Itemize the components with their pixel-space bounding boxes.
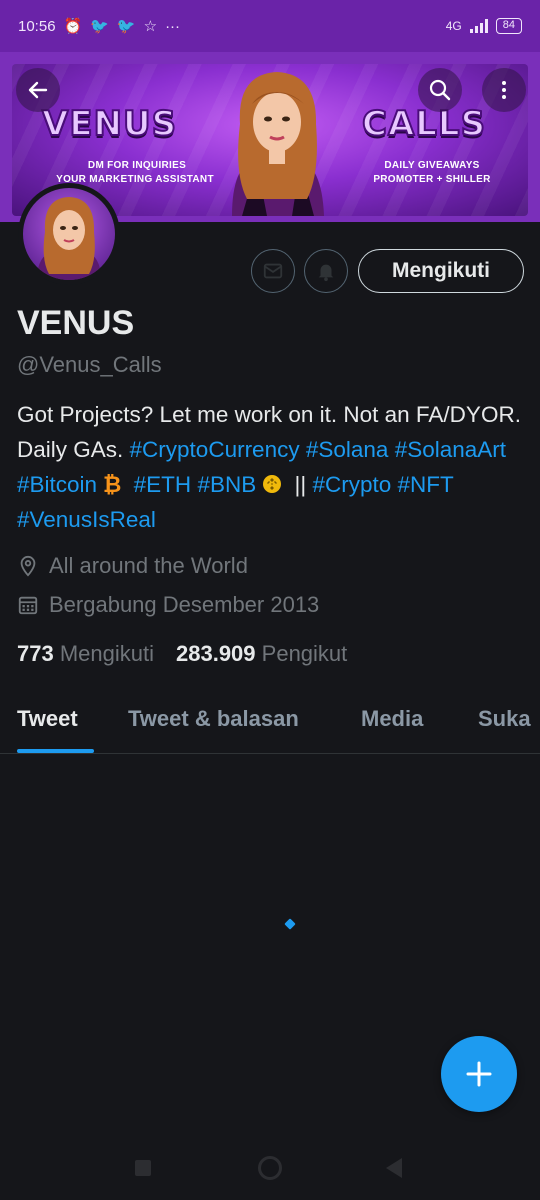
profile-handle: @Venus_Calls bbox=[17, 352, 162, 377]
recent-apps-button[interactable] bbox=[135, 1160, 151, 1176]
following-count: 773 bbox=[17, 641, 54, 666]
hashtag-link[interactable]: #VenusIsReal bbox=[17, 507, 156, 532]
network-type: 4G bbox=[445, 19, 462, 33]
loading-spinner bbox=[284, 918, 296, 930]
hashtag-link[interactable]: #SolanaArt bbox=[395, 437, 506, 462]
hashtag-link[interactable]: #BNB bbox=[197, 472, 256, 497]
profile-avatar[interactable] bbox=[18, 183, 120, 285]
signal-icon bbox=[469, 19, 488, 33]
tab-tweets-and-replies[interactable]: Tweet & balasan bbox=[128, 690, 299, 732]
plus-icon bbox=[466, 1061, 492, 1087]
location-text: All around the World bbox=[49, 553, 248, 578]
tab-tweets[interactable]: Tweet bbox=[17, 690, 94, 753]
followers-label: Pengikut bbox=[261, 641, 348, 666]
hashtag-link[interactable]: #CryptoCurrency bbox=[130, 437, 300, 462]
bell-icon bbox=[318, 264, 334, 282]
hashtag-link[interactable]: #Solana bbox=[306, 437, 389, 462]
more-options-button[interactable] bbox=[482, 68, 526, 112]
profile-tabs: Tweet Tweet & balasan Media Suka bbox=[0, 690, 540, 754]
banner-left-line1: DM FOR INQUIRIES bbox=[87, 160, 187, 171]
profile-name: VENUS bbox=[17, 304, 135, 342]
home-button[interactable] bbox=[258, 1156, 282, 1180]
follow-stats: 773 Mengikuti 283.909 Pengikut bbox=[17, 641, 347, 667]
search-button[interactable] bbox=[418, 68, 462, 112]
arrow-left-icon bbox=[28, 81, 48, 99]
battery-icon: 84 bbox=[495, 18, 522, 34]
banner-right-line1: DAILY GIVEAWAYS bbox=[384, 160, 480, 171]
profile-bio: Got Projects? Let me work on it. Not an … bbox=[17, 397, 527, 537]
avatar bbox=[23, 188, 115, 280]
status-time: 10:56 bbox=[18, 17, 56, 35]
join-date-text: Bergabung Desember 2013 bbox=[49, 592, 320, 617]
tab-media[interactable]: Media bbox=[361, 690, 423, 732]
more-vertical-icon bbox=[502, 81, 506, 99]
hashtag-link[interactable]: #NFT bbox=[398, 472, 454, 497]
bnb-coin-icon bbox=[263, 475, 282, 493]
twitter-bird-icon: 🐦 bbox=[90, 18, 109, 35]
following-button[interactable]: Mengikuti bbox=[358, 249, 524, 293]
banner-left-title: VENUS bbox=[41, 103, 178, 145]
hashtag-link[interactable]: #Crypto bbox=[312, 472, 391, 497]
location-pin-icon bbox=[20, 555, 36, 577]
followers-count: 283.909 bbox=[176, 641, 256, 666]
more-notifications-icon: ··· bbox=[165, 17, 181, 35]
following-link[interactable]: 773 Mengikuti bbox=[17, 641, 154, 667]
tab-likes[interactable]: Suka bbox=[478, 690, 531, 732]
hashtag-link[interactable]: #Bitcoin bbox=[17, 472, 97, 497]
profile-join-date: Bergabung Desember 2013 bbox=[17, 592, 319, 618]
back-button[interactable] bbox=[16, 68, 60, 112]
bio-separator: || bbox=[294, 472, 307, 497]
profile-location: All around the World bbox=[17, 553, 248, 579]
avatar-portrait bbox=[37, 197, 101, 280]
hashtag-link[interactable]: #ETH bbox=[134, 472, 192, 497]
status-bar: 10:56 ⏰ 🐦 🐦 ☆ ··· 4G 84 bbox=[0, 0, 540, 52]
calendar-icon bbox=[18, 596, 38, 615]
compose-tweet-button[interactable] bbox=[441, 1036, 517, 1112]
following-label: Mengikuti bbox=[59, 641, 154, 666]
system-nav-bar bbox=[0, 1136, 540, 1200]
system-back-button[interactable] bbox=[386, 1158, 402, 1178]
banner-right-line2: PROMOTER + SHILLER bbox=[373, 174, 491, 185]
twitter-bird-icon: 🐦 bbox=[116, 18, 136, 35]
banner-portrait bbox=[232, 72, 324, 216]
star-icon: ☆ bbox=[143, 18, 158, 35]
mail-icon bbox=[263, 263, 283, 279]
followers-link[interactable]: 283.909 Pengikut bbox=[176, 641, 347, 667]
search-icon bbox=[429, 79, 451, 101]
message-button[interactable] bbox=[251, 249, 295, 293]
alarm-icon: ⏰ bbox=[63, 18, 83, 35]
bitcoin-icon: ₿ bbox=[103, 472, 122, 497]
banner-right-title: CALLS bbox=[361, 103, 487, 145]
notifications-button[interactable] bbox=[304, 249, 348, 293]
